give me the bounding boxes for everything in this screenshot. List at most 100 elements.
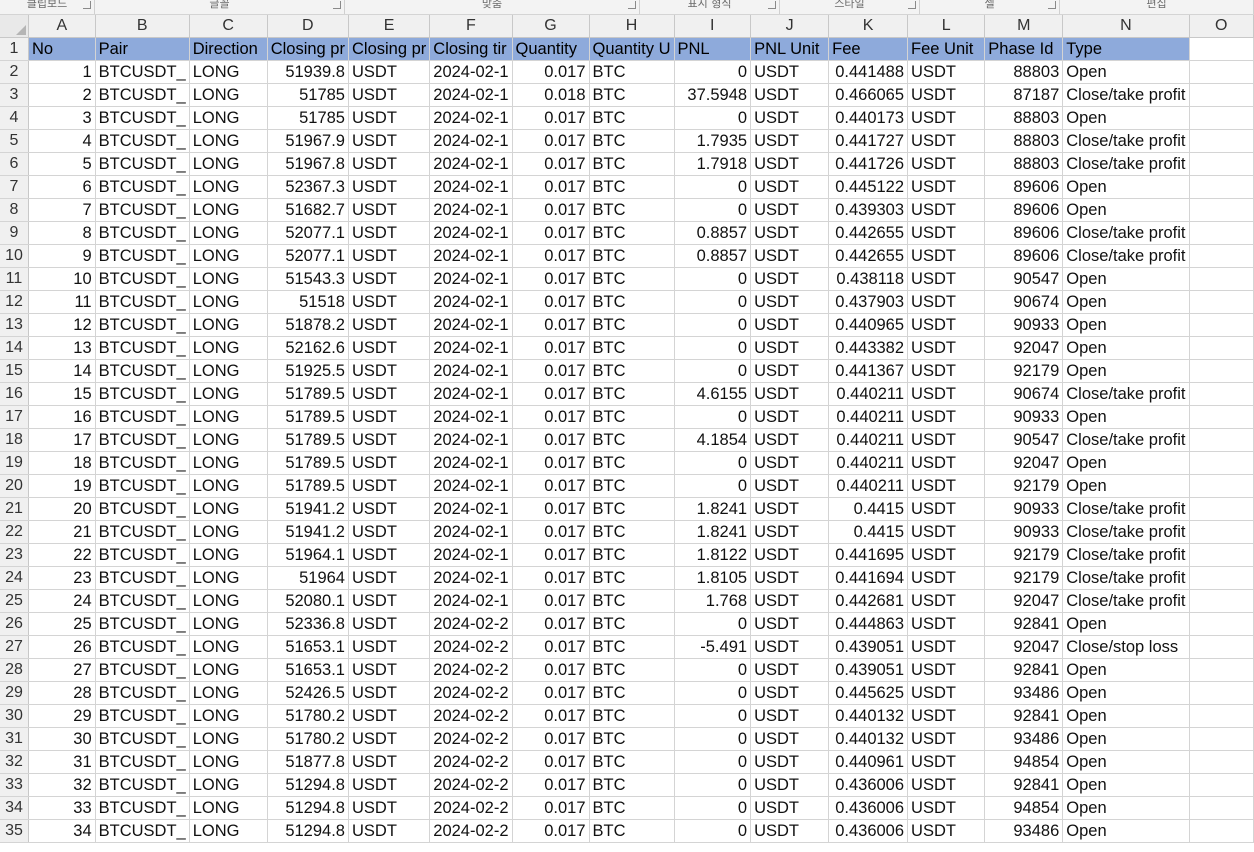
cell[interactable]: Close/take profit (1062, 589, 1190, 613)
cell[interactable]: BTC (589, 681, 675, 705)
cell[interactable]: 0.017 (512, 635, 590, 659)
cell[interactable]: 90933 (984, 405, 1064, 429)
cell[interactable]: 93486 (984, 819, 1064, 843)
cell[interactable]: USDT (750, 405, 830, 429)
cell[interactable]: BTC (589, 796, 675, 820)
cell[interactable]: USDT (750, 359, 830, 383)
cell[interactable]: 0.017 (512, 543, 590, 567)
header-cell[interactable]: Quantity U (589, 37, 675, 61)
row-header[interactable]: 7 (0, 175, 29, 199)
cell[interactable]: BTCUSDT_ (95, 451, 190, 475)
cell[interactable]: LONG (189, 681, 268, 705)
cell[interactable]: 0 (674, 773, 752, 797)
cell[interactable]: BTC (589, 543, 675, 567)
cell[interactable]: LONG (189, 267, 268, 291)
cell[interactable]: 0.017 (512, 198, 590, 222)
cell[interactable]: USDT (750, 428, 830, 452)
cell[interactable]: Close/take profit (1062, 129, 1190, 153)
cell[interactable]: 0.017 (512, 474, 590, 498)
column-header[interactable]: B (95, 15, 190, 38)
header-cell[interactable]: PNL Unit (750, 37, 830, 61)
cell[interactable] (1189, 727, 1254, 751)
cell[interactable]: BTCUSDT_ (95, 221, 190, 245)
cell[interactable]: 3 (28, 106, 96, 130)
cell[interactable]: 51294.8 (267, 796, 349, 820)
cell[interactable]: 0.438118 (828, 267, 909, 291)
cell[interactable]: LONG (189, 704, 268, 728)
cell[interactable]: Open (1062, 773, 1190, 797)
cell[interactable]: 2024-02-2 (429, 658, 513, 682)
cell[interactable]: BTCUSDT_ (95, 543, 190, 567)
cell[interactable]: BTCUSDT_ (95, 83, 190, 107)
cell[interactable]: BTC (589, 60, 675, 84)
cell[interactable]: USDT (750, 658, 830, 682)
cell[interactable]: BTC (589, 267, 675, 291)
cell[interactable]: BTCUSDT_ (95, 681, 190, 705)
cell[interactable]: LONG (189, 635, 268, 659)
cell[interactable]: 0.8857 (674, 221, 752, 245)
cell[interactable]: USDT (907, 773, 986, 797)
cell[interactable]: Open (1062, 60, 1190, 84)
cell[interactable]: 0 (674, 336, 752, 360)
row-header[interactable]: 25 (0, 589, 29, 613)
cell[interactable]: 51789.5 (267, 382, 349, 406)
cell[interactable]: USDT (907, 382, 986, 406)
cell[interactable]: USDT (348, 336, 431, 360)
cell[interactable]: LONG (189, 60, 268, 84)
cell[interactable]: 2024-02-1 (429, 198, 513, 222)
cell[interactable]: USDT (348, 520, 431, 544)
cell[interactable]: USDT (907, 589, 986, 613)
cell[interactable]: USDT (750, 83, 830, 107)
cell[interactable]: BTC (589, 244, 675, 268)
cell[interactable]: 1.8122 (674, 543, 752, 567)
cell[interactable]: 51518 (267, 290, 349, 314)
cell[interactable]: USDT (750, 566, 830, 590)
cell[interactable]: LONG (189, 451, 268, 475)
cell[interactable]: LONG (189, 497, 268, 521)
cell[interactable]: 51785 (267, 83, 349, 107)
cell[interactable]: Open (1062, 290, 1190, 314)
row-header[interactable]: 4 (0, 106, 29, 130)
cell[interactable]: BTC (589, 819, 675, 843)
cell[interactable]: Open (1062, 267, 1190, 291)
column-header[interactable]: O (1189, 15, 1254, 38)
cell[interactable]: BTC (589, 313, 675, 337)
row-header[interactable]: 21 (0, 497, 29, 521)
header-cell[interactable]: Type (1062, 37, 1190, 61)
cell[interactable]: 19 (28, 474, 96, 498)
cell[interactable]: 0.441695 (828, 543, 909, 567)
cell[interactable]: USDT (750, 60, 830, 84)
cell[interactable]: BTCUSDT_ (95, 198, 190, 222)
cell[interactable]: 0.440132 (828, 704, 909, 728)
cell[interactable]: 0.017 (512, 658, 590, 682)
cell[interactable]: 52426.5 (267, 681, 349, 705)
cell[interactable]: 92047 (984, 589, 1064, 613)
cell[interactable]: BTC (589, 635, 675, 659)
cell[interactable]: USDT (907, 244, 986, 268)
cell[interactable]: 92179 (984, 474, 1064, 498)
cell[interactable]: USDT (907, 106, 986, 130)
cell[interactable]: 0.440961 (828, 750, 909, 774)
cell[interactable]: 18 (28, 451, 96, 475)
cell[interactable]: 31 (28, 750, 96, 774)
cell[interactable]: 0.017 (512, 405, 590, 429)
cell[interactable]: 0.466065 (828, 83, 909, 107)
cell[interactable]: 32 (28, 773, 96, 797)
row-header[interactable]: 23 (0, 543, 29, 567)
cell[interactable]: 27 (28, 658, 96, 682)
cell[interactable]: 92047 (984, 635, 1064, 659)
column-header[interactable]: M (984, 15, 1064, 38)
cell[interactable] (1189, 704, 1254, 728)
cell[interactable]: 89606 (984, 244, 1064, 268)
cell[interactable]: 92841 (984, 658, 1064, 682)
cell[interactable]: 0.445122 (828, 175, 909, 199)
cell[interactable]: USDT (750, 819, 830, 843)
cell[interactable]: USDT (750, 474, 830, 498)
cell[interactable]: USDT (907, 221, 986, 245)
cell[interactable]: 0 (674, 359, 752, 383)
cell[interactable]: 28 (28, 681, 96, 705)
cell[interactable]: 37.5948 (674, 83, 752, 107)
cell[interactable]: BTCUSDT_ (95, 589, 190, 613)
cell[interactable]: 2024-02-1 (429, 106, 513, 130)
cell[interactable] (1189, 175, 1254, 199)
